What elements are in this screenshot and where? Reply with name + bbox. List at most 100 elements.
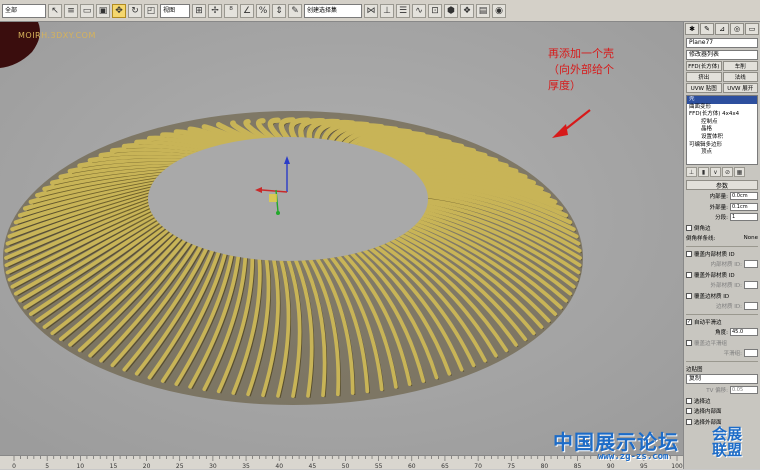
- divider: [686, 313, 758, 315]
- spinner-snap-icon[interactable]: ⇕: [272, 3, 286, 18]
- ffd-box-button[interactable]: FFD(长方体): [686, 61, 722, 71]
- override-inner-mat-checkbox[interactable]: [686, 250, 692, 257]
- stack-item-set-volume[interactable]: 设置体积: [687, 134, 757, 142]
- material-editor-icon[interactable]: ⬢: [444, 3, 458, 18]
- torus-hole: [148, 137, 428, 261]
- inner-amount-label: 内部量:: [709, 194, 728, 201]
- modifier-list-dropdown[interactable]: 修改器列表: [686, 50, 758, 60]
- configure-sets-icon[interactable]: ▦: [734, 167, 745, 177]
- edge-mat-id-spinner[interactable]: [744, 302, 758, 311]
- select-inner-row[interactable]: 选择内部面: [684, 406, 760, 417]
- inner-mat-id-spinner[interactable]: [744, 260, 758, 269]
- stack-item-control-points[interactable]: 控制点: [687, 119, 757, 127]
- pin-stack-icon[interactable]: ⊥: [686, 167, 697, 177]
- select-edges-checkbox[interactable]: [686, 397, 692, 404]
- auto-smooth-checkbox[interactable]: [686, 318, 692, 325]
- override-outer-mat-label: 覆盖外部材质 ID: [694, 272, 735, 279]
- override-smooth-row[interactable]: 覆盖边平滑组: [684, 338, 760, 349]
- outer-amount-row: 外部量: 0.1cm: [684, 202, 760, 213]
- override-edge-mat-checkbox[interactable]: [686, 292, 692, 299]
- angle-snap-icon[interactable]: ∠: [240, 3, 254, 18]
- quick-render-icon[interactable]: ◉: [492, 3, 506, 18]
- show-end-result-icon[interactable]: ▮: [698, 167, 709, 177]
- align-icon[interactable]: ⊥: [380, 3, 394, 18]
- tab-display-icon[interactable]: ▭: [745, 23, 759, 35]
- stack-item-editable-poly[interactable]: 可编辑多边形: [687, 142, 757, 150]
- extrude-button[interactable]: 挤出: [686, 72, 722, 82]
- pivot-center-icon[interactable]: ⊞: [192, 3, 206, 18]
- override-edge-mat-row[interactable]: 覆盖边材质 ID: [684, 291, 760, 302]
- override-outer-mat-row[interactable]: 覆盖外部材质 ID: [684, 270, 760, 281]
- schematic-view-icon[interactable]: ⊡: [428, 3, 442, 18]
- named-selection-dropdown[interactable]: 创建选择集: [304, 3, 362, 18]
- override-inner-mat-row[interactable]: 覆盖内部材质 ID: [684, 249, 760, 260]
- stack-tools: ⊥ ▮ ∨ ⊘ ▦: [686, 167, 758, 177]
- override-smooth-checkbox[interactable]: [686, 339, 692, 346]
- uvw-unwrap-button[interactable]: UVW 展开: [722, 83, 758, 93]
- modifier-stack[interactable]: 壳 曲面变形 FFD(长方体) 4x4x4 控制点 晶格 设置体积 可编辑多边形…: [686, 95, 758, 165]
- inner-mat-id-label: 内部材质 ID:: [710, 262, 742, 269]
- override-outer-mat-checkbox[interactable]: [686, 271, 692, 278]
- uvw-map-button[interactable]: UVW 贴图: [686, 83, 722, 93]
- select-object-icon[interactable]: ↖: [48, 3, 62, 18]
- annotation-line-1: 再添加一个壳: [548, 47, 614, 60]
- ref-coord-dropdown[interactable]: 视图: [160, 3, 190, 18]
- scale-icon[interactable]: ◰: [144, 3, 158, 18]
- rotate-icon[interactable]: ↻: [128, 3, 142, 18]
- smooth-group-row: 平滑组:: [684, 348, 760, 359]
- stack-item-vertex[interactable]: 顶点: [687, 149, 757, 157]
- tab-hierarchy-icon[interactable]: ⊿: [715, 23, 729, 35]
- move-icon[interactable]: ✥: [112, 3, 126, 18]
- edge-mapping-dropdown[interactable]: 复制: [686, 374, 758, 384]
- make-unique-icon[interactable]: ∨: [710, 167, 721, 177]
- normal-button[interactable]: 法线: [722, 72, 758, 82]
- bevel-spline-button[interactable]: None: [715, 235, 758, 241]
- outer-mat-id-label: 外部材质 ID:: [710, 283, 742, 290]
- render-setup-icon[interactable]: ❖: [460, 3, 474, 18]
- remove-modifier-icon[interactable]: ⊘: [722, 167, 733, 177]
- select-outer-checkbox[interactable]: [686, 418, 692, 425]
- tab-modify-icon[interactable]: ✎: [700, 23, 714, 35]
- object-name-field[interactable]: Plane77: [686, 38, 758, 48]
- snap-toggle-icon[interactable]: ⁸: [224, 3, 238, 18]
- selection-filter-dropdown[interactable]: 全部: [2, 3, 46, 18]
- edit-named-selection-icon[interactable]: ✎: [288, 3, 302, 18]
- tab-create-icon[interactable]: ✱: [685, 23, 699, 35]
- bevel-edges-checkbox[interactable]: [686, 224, 692, 231]
- stack-item-shell[interactable]: 壳: [687, 96, 757, 104]
- time-ruler[interactable]: 0 5 10 15 20 25 30 35 40 45 50 55 60 65 70 75 80 85 90 95 10…: [0, 455, 683, 470]
- lathe-button[interactable]: 车削: [722, 61, 758, 71]
- select-edges-row[interactable]: 选择边: [684, 396, 760, 407]
- mirror-icon[interactable]: ⋈: [364, 3, 378, 18]
- ruler-ticks: 0 5 10 15 20 25 30 35 40 45 50 55 60 65 70 75 80 85 90 95 10…: [12, 456, 683, 470]
- select-manipulate-icon[interactable]: ✢: [208, 3, 222, 18]
- smooth-group-spinner[interactable]: [744, 349, 758, 358]
- auto-smooth-row[interactable]: 自动平滑边: [684, 317, 760, 328]
- rect-selection-icon[interactable]: ▭: [80, 3, 94, 18]
- auto-smooth-label: 自动平滑边: [694, 319, 722, 326]
- percent-snap-icon[interactable]: %: [256, 3, 270, 18]
- select-by-name-icon[interactable]: ≡: [64, 3, 78, 18]
- bevel-spline-row: 倒角样条线: None: [684, 233, 760, 244]
- layer-manager-icon[interactable]: ☰: [396, 3, 410, 18]
- stack-item-lattice[interactable]: 晶格: [687, 126, 757, 134]
- segments-spinner[interactable]: 1: [730, 213, 758, 222]
- tv-offset-spinner[interactable]: 0.05: [730, 386, 758, 395]
- angle-spinner[interactable]: 45.0: [730, 328, 758, 337]
- render-frame-icon[interactable]: ▤: [476, 3, 490, 18]
- select-inner-checkbox[interactable]: [686, 408, 692, 415]
- params-rollout-header[interactable]: 参数: [686, 180, 758, 190]
- main-toolbar: 全部 ↖ ≡ ▭ ▣ ✥ ↻ ◰ 视图 ⊞ ✢ ⁸ ∠ % ⇕ ✎ 创建选择集 …: [0, 0, 760, 22]
- outer-amount-spinner[interactable]: 0.1cm: [730, 202, 758, 211]
- window-crossing-icon[interactable]: ▣: [96, 3, 110, 18]
- select-inner-label: 选择内部面: [694, 409, 722, 416]
- curve-editor-icon[interactable]: ∿: [412, 3, 426, 18]
- outer-mat-id-spinner[interactable]: [744, 281, 758, 290]
- perspective-viewport[interactable]: MOIRH.3DXY.COM 再添加一个壳 （向外部给个 厚度）: [0, 22, 683, 455]
- inner-amount-spinner[interactable]: 0.0cm: [730, 192, 758, 201]
- command-panel: ✱ ✎ ⊿ ◎ ▭ Plane77 修改器列表 FFD(长方体) 车削 挤出 法…: [683, 22, 760, 469]
- tab-motion-icon[interactable]: ◎: [730, 23, 744, 35]
- annotation-text: 再添加一个壳 （向外部给个 厚度）: [548, 46, 658, 94]
- bevel-edges-row[interactable]: 倒角边: [684, 223, 760, 234]
- stack-item-ffd[interactable]: FFD(长方体) 4x4x4: [687, 111, 757, 119]
